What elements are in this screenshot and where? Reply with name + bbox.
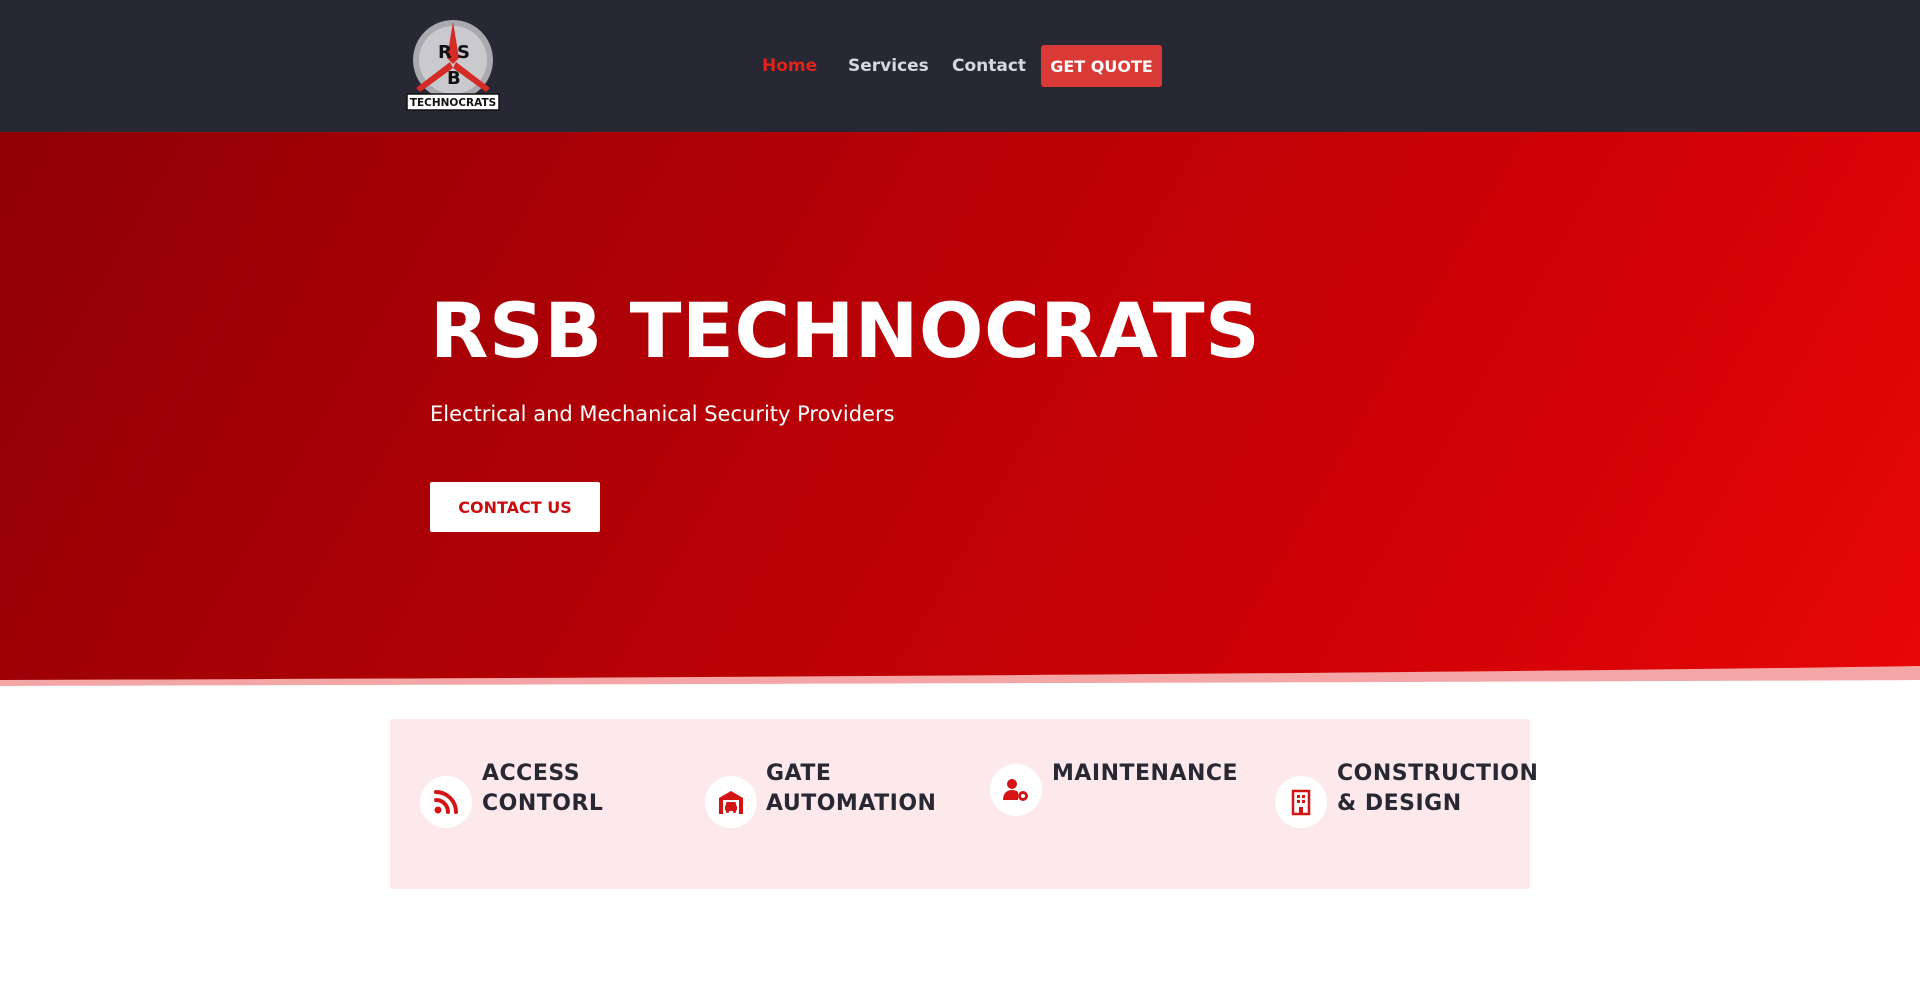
nav-home-link[interactable]: Home xyxy=(762,56,817,76)
service-icon-wrapper xyxy=(420,776,472,828)
get-quote-button[interactable]: GET QUOTE xyxy=(1041,45,1162,87)
logo-wordmark: TECHNOCRATS xyxy=(410,97,496,109)
site-header: R S B TECHNOCRATS Home Services Contact … xyxy=(0,0,1920,132)
service-label-line2: & DESIGN xyxy=(1337,791,1462,816)
building-icon xyxy=(1291,789,1311,816)
nav-contact-link[interactable]: Contact xyxy=(952,56,1026,76)
garage-car-icon xyxy=(719,791,743,814)
hero-section: RSB TECHNOCRATS Electrical and Mechanica… xyxy=(0,132,1920,680)
service-gate-automation[interactable]: GATE AUTOMATION xyxy=(705,759,965,829)
hero-title: RSB TECHNOCRATS xyxy=(430,286,1261,375)
services-panel: ACCESS CONTORL GATE AUTOMATION MAINTENAN… xyxy=(390,719,1539,889)
service-label-line1: ACCESS xyxy=(482,761,581,786)
hero-wave-divider xyxy=(0,666,1920,700)
service-access-control[interactable]: ACCESS CONTORL xyxy=(420,759,680,829)
service-label-line1: GATE xyxy=(766,761,832,786)
service-construction-design[interactable]: CONSTRUCTION & DESIGN xyxy=(1275,759,1539,829)
service-label-line1: CONSTRUCTION xyxy=(1337,761,1539,786)
rss-icon xyxy=(434,790,458,814)
hero-subtitle: Electrical and Mechanical Security Provi… xyxy=(430,402,895,426)
service-icon-wrapper xyxy=(990,764,1042,816)
contact-us-button[interactable]: CONTACT US xyxy=(430,482,600,532)
main-nav: Home Services Contact GET QUOTE xyxy=(0,44,1920,88)
nav-services-link[interactable]: Services xyxy=(848,56,929,76)
user-gear-icon xyxy=(1003,779,1028,801)
service-label: MAINTENANCE xyxy=(1052,759,1262,789)
service-icon-wrapper xyxy=(705,776,757,828)
service-label-line2: CONTORL xyxy=(482,791,604,816)
service-icon-wrapper xyxy=(1275,776,1327,828)
service-maintenance[interactable]: MAINTENANCE xyxy=(990,759,1250,829)
service-label-line2: AUTOMATION xyxy=(766,791,937,816)
service-label: ACCESS CONTORL xyxy=(482,759,692,819)
service-label: GATE AUTOMATION xyxy=(766,759,976,819)
service-label-line1: MAINTENANCE xyxy=(1052,761,1239,786)
service-label: CONSTRUCTION & DESIGN xyxy=(1337,759,1539,819)
